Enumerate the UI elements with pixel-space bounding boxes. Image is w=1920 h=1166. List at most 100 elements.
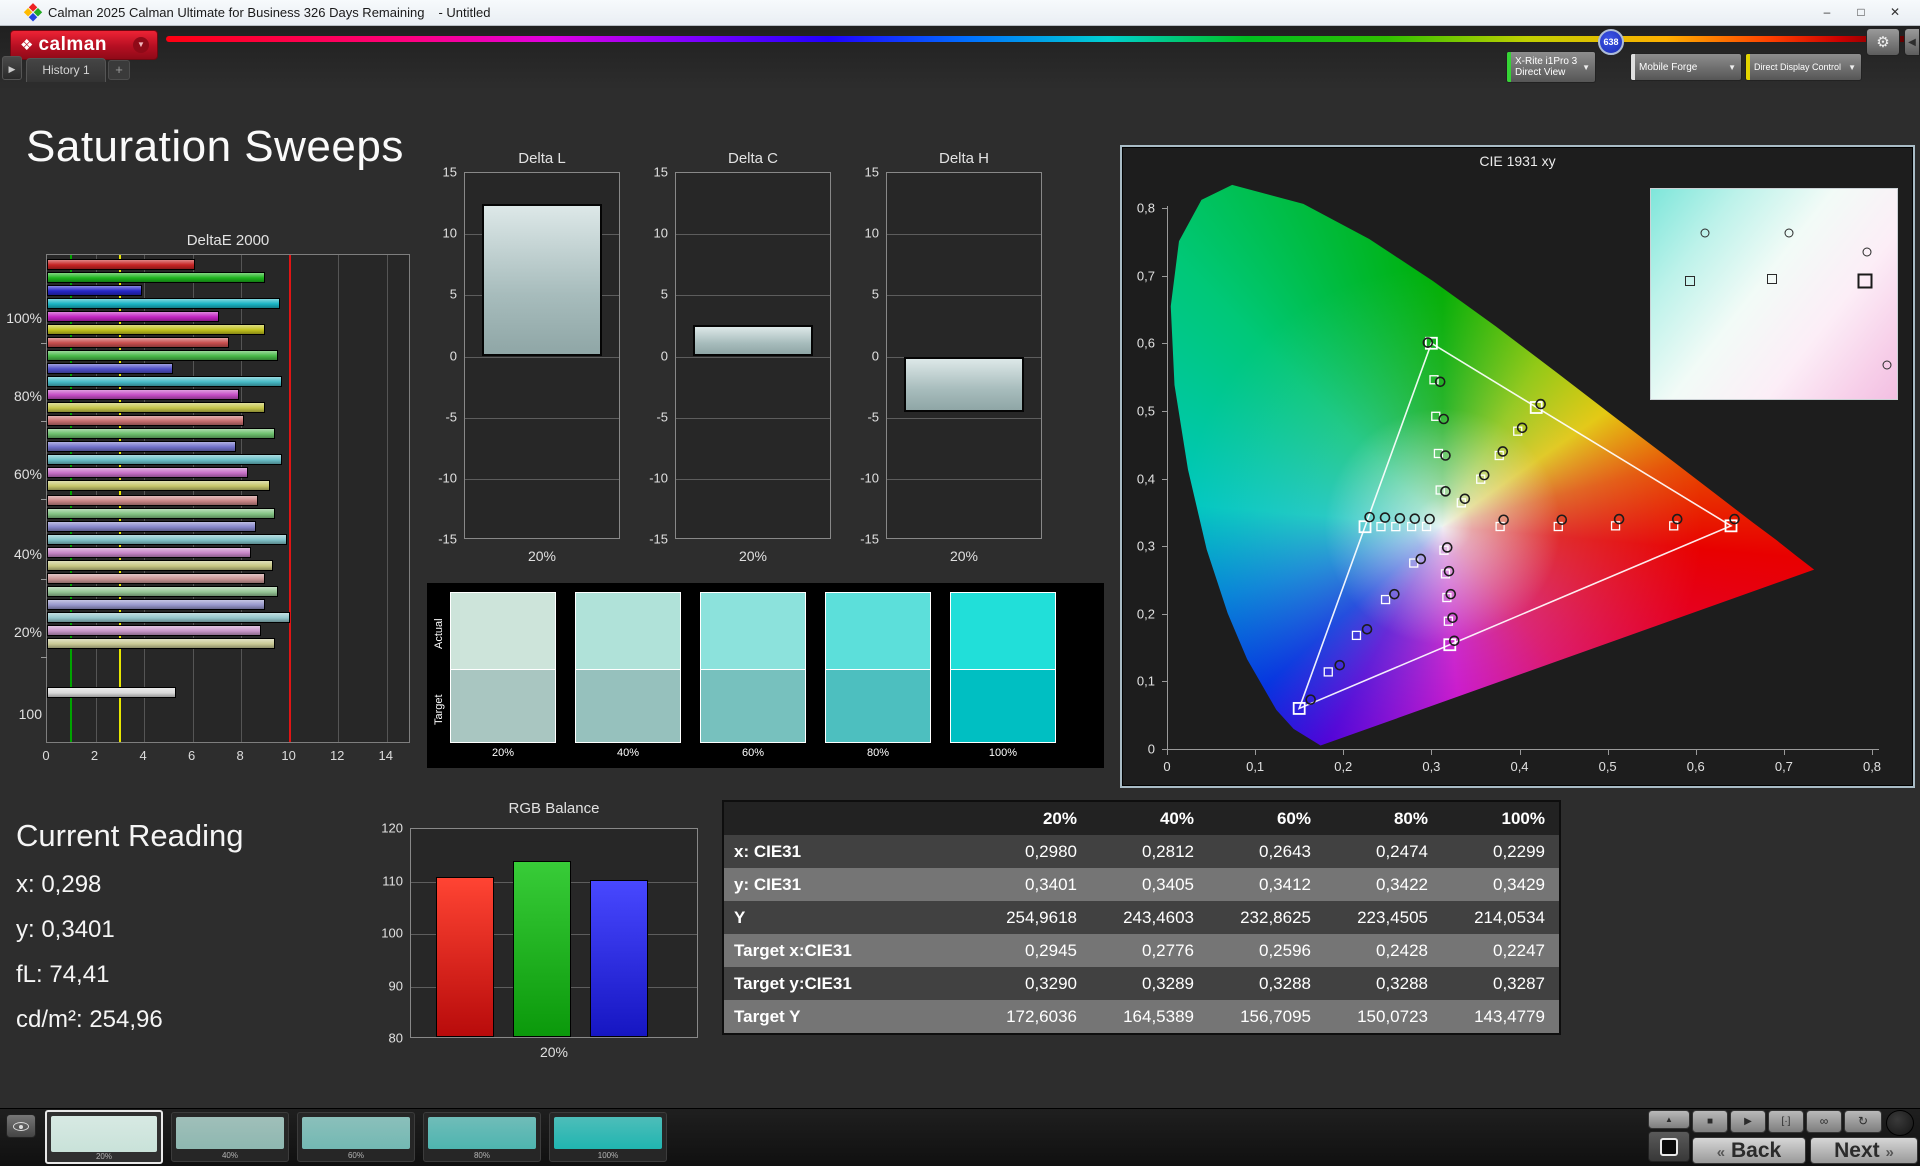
cie-y-tick-label: 0,5	[1137, 403, 1155, 418]
delta-bar	[904, 357, 1024, 412]
cie-x-tick-label: 0,1	[1246, 759, 1264, 774]
gridline	[676, 357, 830, 358]
play-button[interactable]: ▶	[1730, 1110, 1766, 1133]
inset-target-square	[1767, 274, 1777, 284]
deltae-bar-blue	[47, 363, 173, 374]
continuous-measure-button[interactable]: ∞	[1806, 1110, 1842, 1133]
table-value-cell: 214,0534	[1442, 901, 1559, 934]
cie-y-tick-label: 0,4	[1137, 471, 1155, 486]
next-button[interactable]: Next »	[1810, 1137, 1918, 1164]
table-header-cell: 40%	[1091, 802, 1208, 835]
collapse-panel-icon[interactable]: ◀	[1904, 28, 1920, 56]
deltae-bar-green	[47, 586, 278, 597]
deltae-group-label: 60%	[14, 466, 42, 482]
rgb-bar-green	[513, 861, 571, 1037]
delta-y-tick-label: -5	[445, 409, 457, 424]
window-title: Calman 2025 Calman Ultimate for Business…	[48, 5, 424, 20]
target-marker-blue	[1382, 596, 1390, 604]
table-value-cell: 150,0723	[1325, 1000, 1442, 1033]
gridline	[465, 357, 619, 358]
meter-device-line2: Direct View	[1515, 67, 1565, 78]
cie-y-tick	[1162, 681, 1167, 682]
table-value-cell: 0,3290	[974, 967, 1091, 1000]
deltae-bar-yellow	[47, 638, 275, 649]
rgb-bar-red	[436, 877, 494, 1037]
swatch-column: 80%	[825, 592, 931, 759]
calman-logo-label: calman	[38, 34, 106, 56]
deltae-bar-green	[47, 272, 265, 283]
deltae-bar-magenta	[47, 389, 239, 400]
loop-button[interactable]: ↻	[1844, 1110, 1882, 1133]
actual-swatch	[450, 592, 556, 670]
delta-chart-title: Delta C	[675, 150, 831, 167]
window-title-document: - Untitled	[438, 5, 490, 20]
pattern-expand-button[interactable]: ▲	[1648, 1110, 1690, 1129]
close-button[interactable]: ✕	[1878, 0, 1912, 26]
deltae-bar-red	[47, 337, 229, 348]
deltae-bar-red	[47, 259, 195, 270]
measurement-table: 20%40%60%80%100%x: CIE310,29800,28120,26…	[722, 800, 1561, 1035]
actual-swatch	[575, 592, 681, 670]
pattern-tile-label: 20%	[47, 1152, 161, 1161]
deltae-bar-yellow	[47, 402, 265, 413]
minimize-button[interactable]: –	[1810, 0, 1844, 26]
gridline	[676, 234, 830, 235]
target-swatch	[700, 670, 806, 743]
deltae-x-tick-label: 8	[237, 748, 244, 763]
reading-cdm2: cd/m²: 254,96	[16, 1006, 243, 1034]
add-tab-button[interactable]: +	[108, 60, 130, 80]
reading-y: y: 0,3401	[16, 916, 243, 944]
table-value-cell: 0,3422	[1325, 868, 1442, 901]
cie-x-tick	[1255, 750, 1256, 755]
calman-menu-button[interactable]: ❖ calman ▼	[10, 30, 158, 60]
table-value-cell: 0,2596	[1208, 934, 1325, 967]
deltae-group-label: 80%	[14, 388, 42, 404]
table-value-cell: 232,8625	[1208, 901, 1325, 934]
display-control-dropdown[interactable]: Direct Display Control ▼	[1745, 53, 1862, 81]
table-row-label: x: CIE31	[724, 835, 974, 868]
delta-y-tick-label: 0	[872, 348, 879, 363]
back-button[interactable]: « Back	[1692, 1137, 1806, 1164]
table-header-cell: 60%	[1208, 802, 1325, 835]
preview-eye-button[interactable]	[6, 1114, 36, 1138]
cie-y-tick-label: 0,1	[1137, 674, 1155, 689]
pattern-tile-80%[interactable]: 80%	[423, 1112, 541, 1162]
gridline	[338, 255, 339, 742]
display-control-label: Direct Display Control	[1750, 61, 1845, 74]
deltae-bar-cyan	[47, 376, 282, 387]
gear-icon[interactable]: ⚙	[1866, 28, 1900, 56]
table-row-label: Target Y	[724, 1000, 974, 1033]
source-device-dropdown[interactable]: Mobile Forge ▼	[1630, 53, 1742, 81]
pattern-tile-20%[interactable]: 20%	[45, 1110, 163, 1164]
tab-history-1[interactable]: History 1	[26, 58, 106, 82]
single-measure-button[interactable]: [·]	[1768, 1110, 1804, 1133]
delta-y-tick-label: 15	[865, 165, 879, 180]
deltae-x-tick-label: 10	[281, 748, 295, 763]
rgb-x-axis-label: 20%	[410, 1044, 698, 1060]
table-value-cell: 0,3288	[1325, 967, 1442, 1000]
reading-fl: fL: 74,41	[16, 961, 243, 989]
cie-y-tick	[1162, 749, 1167, 750]
pattern-tile-40%[interactable]: 40%	[171, 1112, 289, 1162]
target-marker-blue	[1324, 668, 1332, 676]
measured-marker-green	[1439, 414, 1448, 423]
delta-y-axis-labels: 151050-5-10-15	[848, 172, 882, 539]
stop-button[interactable]: ■	[1692, 1110, 1728, 1133]
maximize-button[interactable]: □	[1844, 0, 1878, 26]
cie-x-tick	[1343, 750, 1344, 755]
pattern-window-button[interactable]	[1648, 1131, 1690, 1162]
axis-tick	[41, 657, 47, 658]
history-nav-button[interactable]: ▶	[2, 56, 22, 80]
meter-device-line1: X-Rite i1Pro 3	[1515, 56, 1577, 67]
cie-x-tick	[1608, 750, 1609, 755]
pattern-tile-60%[interactable]: 60%	[297, 1112, 415, 1162]
pattern-tile-100%[interactable]: 100%	[549, 1112, 667, 1162]
measure-icon: [·]	[1782, 1116, 1791, 1127]
gridline	[887, 295, 1041, 296]
swatch-level-label: 60%	[700, 747, 806, 759]
meter-device-dropdown[interactable]: X-Rite i1Pro 3Direct View ▼	[1506, 51, 1596, 83]
current-reading-heading: Current Reading	[16, 818, 243, 854]
deltae-bar-green	[47, 428, 275, 439]
swatch-column: 20%	[450, 592, 556, 759]
pattern-tile-label: 40%	[172, 1151, 288, 1160]
